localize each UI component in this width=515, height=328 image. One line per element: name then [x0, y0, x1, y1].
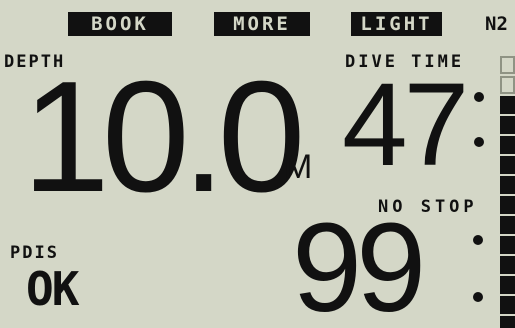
dive-time-colon-bottom-dot: [474, 137, 484, 147]
n2-bar-segment: [500, 236, 515, 254]
light-button[interactable]: LIGHT: [351, 12, 442, 36]
n2-bar-segment: [500, 256, 515, 274]
n2-bar-segment: [500, 156, 515, 174]
dive-time-value: 47: [342, 59, 469, 191]
more-button[interactable]: MORE: [214, 12, 310, 36]
n2-bar-segment: [500, 216, 515, 234]
depth-value: 10.0: [22, 49, 306, 225]
dive-computer-display: BOOK MORE LIGHT N2 DEPTH 10.0 M DIVE TIM…: [0, 0, 515, 328]
no-stop-colon-top-dot: [473, 235, 483, 245]
n2-bar-segment: [500, 316, 515, 328]
n2-bar-segment: [500, 276, 515, 294]
dive-time-colon-top-dot: [474, 92, 484, 102]
n2-bar-segment: [500, 76, 515, 94]
n2-bar-segment: [500, 296, 515, 314]
pdis-label: PDIS: [10, 243, 59, 263]
n2-bar-segment: [500, 136, 515, 154]
n2-bar-segment: [500, 96, 515, 114]
n2-bar-segment: [500, 56, 515, 74]
n2-bar-segment: [500, 196, 515, 214]
pdis-value: OK: [26, 262, 79, 316]
n2-bar-segment: [500, 176, 515, 194]
depth-unit: M: [284, 148, 313, 186]
no-stop-colon-bottom-dot: [473, 292, 483, 302]
n2-bar-segment: [500, 116, 515, 134]
book-button[interactable]: BOOK: [68, 12, 172, 36]
no-stop-value: 99: [292, 197, 426, 328]
n2-indicator-label: N2: [485, 13, 508, 35]
